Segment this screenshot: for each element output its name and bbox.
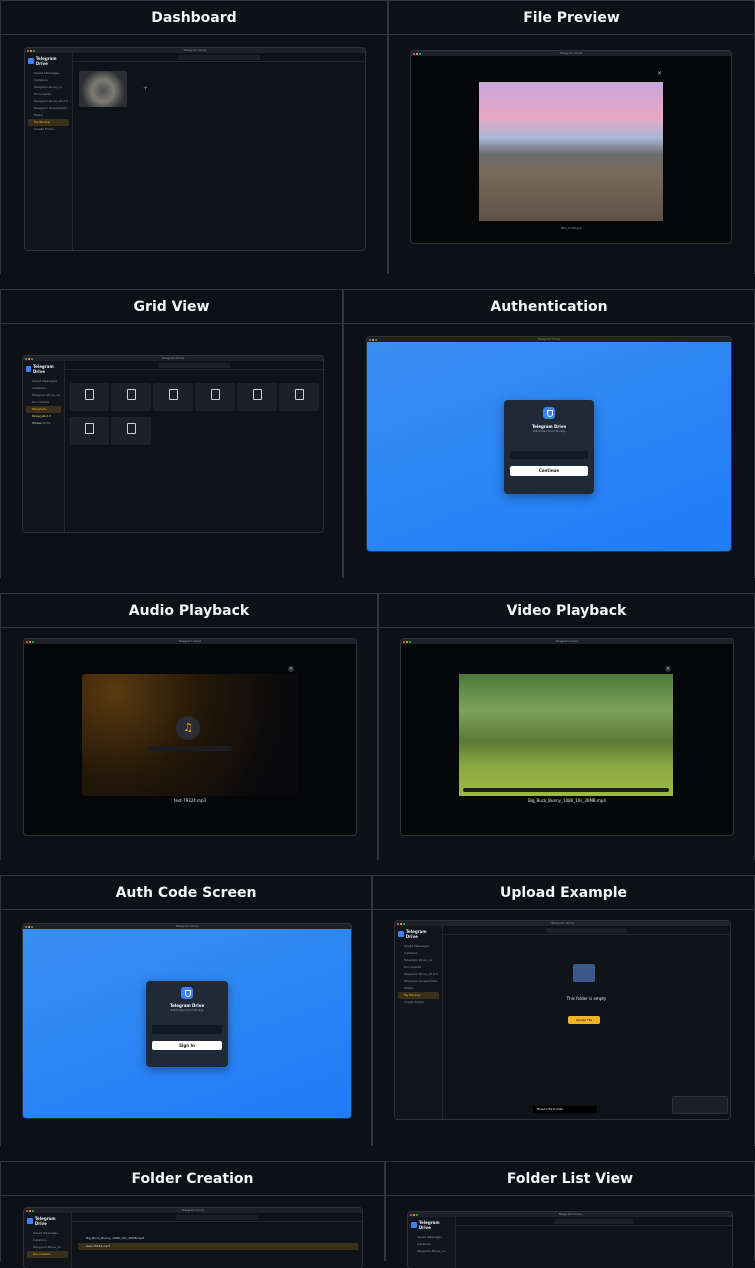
cell-auth-code-screen: Auth Code Screen Telegram Drive Telegram…	[0, 876, 372, 1146]
shield-icon	[181, 987, 193, 999]
video-frame	[459, 674, 673, 796]
file-card[interactable]	[153, 383, 193, 411]
sidebar: Telegram Drive Saved Messages Installers…	[408, 1217, 456, 1268]
image-thumbnail[interactable]	[79, 71, 127, 107]
upload-file-button[interactable]: Upload File	[568, 1016, 600, 1024]
section-title-folder-list-view: Folder List View	[386, 1162, 754, 1196]
authentication-screenshot: Telegram Drive Telegram Drive Self-Hoste…	[367, 337, 731, 551]
close-icon[interactable]: ×	[288, 666, 294, 672]
cell-folder-creation: Folder Creation Telegram Drive Telegram …	[0, 1162, 385, 1268]
file-preview-screenshot: Telegram Drive × IMG_9798.jpg	[411, 51, 731, 243]
sidebar: Telegram Drive Saved Messages Installers…	[395, 926, 443, 1119]
preview-image	[479, 82, 663, 221]
audio-playback-screenshot: Telegram Drive ♫ test-79324.mp3 ×	[24, 639, 356, 835]
empty-folder-icon	[573, 964, 595, 982]
cell-audio-playback: Audio Playback Telegram Drive ♫ test-793…	[0, 594, 378, 860]
upload-plus-icon[interactable]: +	[143, 85, 148, 92]
video-controls[interactable]	[463, 788, 669, 792]
folder-list-screenshot: Telegram Drive Telegram Drive Saved Mess…	[408, 1212, 732, 1268]
cell-folder-list-view: Folder List View Telegram Drive Telegram…	[385, 1162, 755, 1268]
auth-code-card: Telegram Drive Self-Hosted Cloud Storage…	[146, 981, 228, 1067]
sidebar: Telegram Drive Saved Messages Installers…	[25, 53, 73, 250]
cell-dashboard: Dashboard Telegram Drive Telegram Drive …	[0, 1, 388, 274]
file-card[interactable]	[195, 383, 235, 411]
file-card[interactable]	[111, 417, 151, 445]
drive-logo-icon	[27, 1218, 33, 1224]
row-5: Folder Creation Telegram Drive Telegram …	[0, 1161, 755, 1268]
close-icon[interactable]: ×	[665, 666, 671, 672]
empty-title: This folder is empty	[566, 996, 607, 1001]
section-title-video-playback: Video Playback	[379, 594, 754, 628]
sidebar: Telegram Drive Saved Messages Installers…	[24, 1213, 72, 1268]
drive-logo-icon	[26, 366, 31, 372]
row-3: Audio Playback Telegram Drive ♫ test-793…	[0, 593, 755, 860]
section-title-dashboard: Dashboard	[1, 1, 387, 35]
cell-authentication: Authentication Telegram Drive Telegram D…	[343, 290, 755, 578]
file-card[interactable]	[69, 417, 109, 445]
folder-creation-screenshot: Telegram Drive Telegram Drive Saved Mess…	[24, 1208, 362, 1268]
section-title-file-preview: File Preview	[389, 1, 754, 35]
cell-upload-example: Upload Example Telegram Drive Telegram D…	[372, 876, 755, 1146]
toast-message: Moved 1 file to trash	[533, 1106, 597, 1113]
phone-input[interactable]	[510, 451, 588, 459]
shield-icon	[543, 407, 555, 419]
file-card[interactable]	[111, 383, 151, 411]
file-card[interactable]	[279, 383, 319, 411]
file-card[interactable]	[237, 383, 277, 411]
audio-controls[interactable]	[148, 746, 232, 751]
section-title-grid-view: Grid View	[1, 290, 342, 324]
cell-grid-view: Grid View Telegram Drive Telegram Drive …	[0, 290, 343, 578]
audio-filename: test-79324.mp3	[173, 798, 207, 803]
sign-in-button[interactable]: Sign In	[152, 1041, 222, 1050]
video-filename: Big_Buck_Bunny_1080_10s_30MB.mp4	[528, 798, 606, 803]
file-card[interactable]	[69, 383, 109, 411]
drive-logo-icon	[28, 58, 34, 64]
cell-file-preview: File Preview Telegram Drive × IMG_9798.j…	[388, 1, 755, 274]
continue-button[interactable]: Continue	[510, 466, 588, 476]
row-4: Auth Code Screen Telegram Drive Telegram…	[0, 875, 755, 1146]
upload-example-screenshot: Telegram Drive Telegram Drive Saved Mess…	[395, 921, 730, 1119]
section-title-upload-example: Upload Example	[373, 876, 754, 910]
upload-panel	[672, 1096, 728, 1114]
row-2: Grid View Telegram Drive Telegram Drive …	[0, 289, 755, 578]
video-playback-screenshot: Telegram Drive Big_Buck_Bunny_1080_10s_3…	[401, 639, 733, 835]
close-icon[interactable]: ×	[657, 70, 662, 77]
dashboard-screenshot: Telegram Drive Telegram Drive Saved Mess…	[25, 48, 365, 250]
row-1: Dashboard Telegram Drive Telegram Drive …	[0, 0, 755, 274]
drive-logo-icon	[398, 931, 404, 937]
app-logo: Telegram Drive	[28, 56, 69, 66]
section-title-authentication: Authentication	[344, 290, 754, 324]
music-note-icon: ♫	[176, 716, 200, 740]
cell-video-playback: Video Playback Telegram Drive Big_Buck_B…	[378, 594, 755, 860]
section-title-folder-creation: Folder Creation	[1, 1162, 384, 1196]
section-title-auth-code-screen: Auth Code Screen	[1, 876, 371, 910]
auth-card: Telegram Drive Self-Hosted Cloud Storage…	[504, 400, 594, 494]
sidebar: Telegram Drive Saved Messages Installers…	[23, 361, 65, 532]
grid-view-screenshot: Telegram Drive Telegram Drive Saved Mess…	[23, 356, 323, 532]
section-title-audio-playback: Audio Playback	[1, 594, 377, 628]
drive-logo-icon	[411, 1222, 417, 1228]
preview-filename: IMG_9798.jpg	[560, 226, 582, 230]
search-input[interactable]	[178, 55, 260, 60]
auth-code-screenshot: Telegram Drive Telegram Drive Self-Hoste…	[23, 924, 351, 1118]
code-input[interactable]	[152, 1025, 222, 1034]
